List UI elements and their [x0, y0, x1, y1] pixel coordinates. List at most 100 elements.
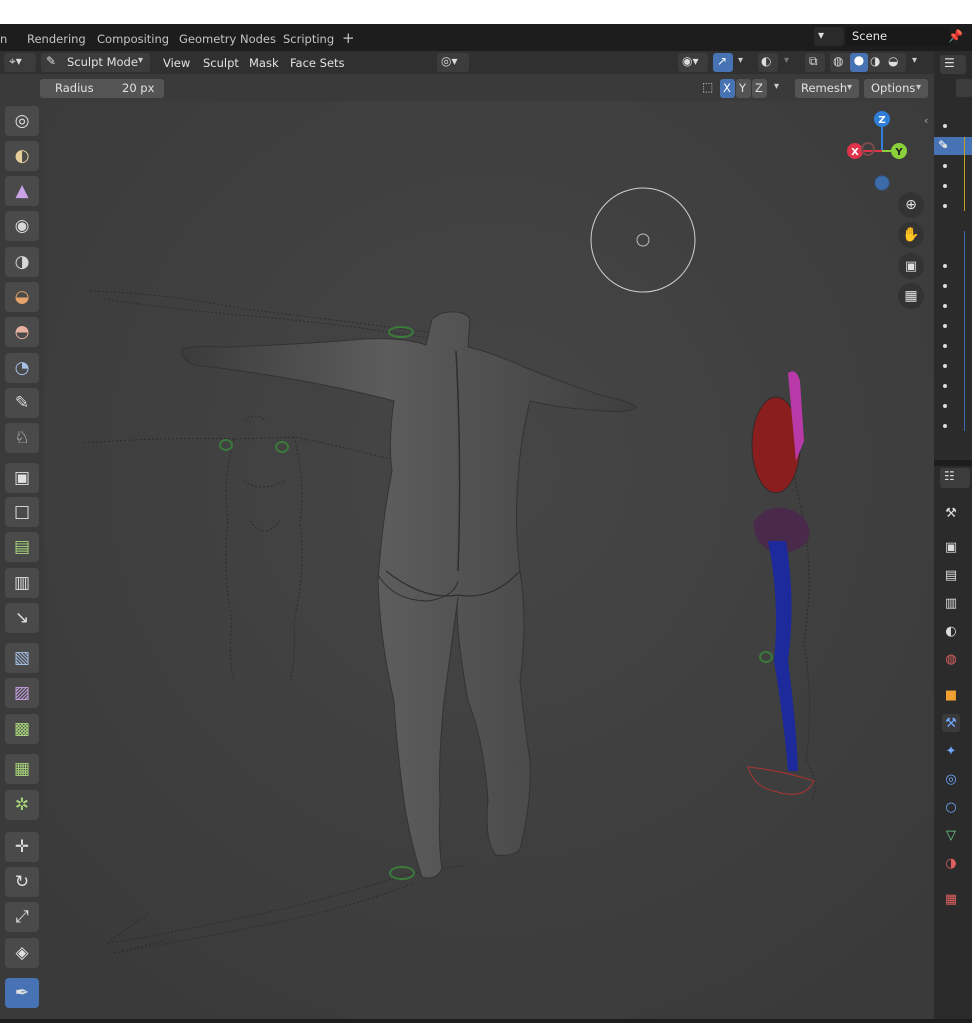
menu-view[interactable]: View	[163, 56, 190, 70]
box-hide-tool-button[interactable]: □	[5, 497, 39, 527]
menu-sculpt[interactable]: Sculpt	[203, 56, 239, 70]
symmetry-x-toggle[interactable]: X	[720, 79, 735, 98]
material-shading-icon[interactable]: ◑	[870, 54, 880, 68]
outliner-visibility-dot[interactable]	[943, 124, 947, 128]
gizmo-toggle-button[interactable]: ↗	[713, 53, 733, 72]
object-tab-icon[interactable]: ■	[942, 686, 960, 704]
symmetry-y-toggle[interactable]: Y	[736, 79, 751, 98]
tab-compositing[interactable]: Compositing	[97, 32, 169, 46]
tool-tab-icon[interactable]: ⚒	[942, 504, 960, 522]
outliner-visibility-dot[interactable]	[943, 164, 947, 168]
perspective-toggle-button[interactable]: ▦	[898, 283, 924, 309]
clay-strips-icon: ◐	[14, 146, 30, 166]
cloth-filter-tool-button[interactable]: ▨	[5, 678, 39, 708]
wireframe-shading-icon[interactable]: ◍	[833, 54, 843, 68]
overlay-toggle-button[interactable]: ◐	[758, 53, 778, 72]
filter-button[interactable]	[956, 79, 972, 97]
box-face-set-tool-button[interactable]: ▤	[5, 532, 39, 562]
mask-brush-tool-button[interactable]: ✎	[5, 388, 39, 418]
tab-scripting[interactable]: Scripting	[283, 32, 334, 46]
mesh-filter-tool-button[interactable]: ▧	[5, 643, 39, 673]
edit-face-set-tool-button[interactable]: ▦	[5, 754, 39, 784]
snake-hook-tool-button[interactable]: ◓	[5, 317, 39, 347]
outliner-visibility-dot[interactable]	[943, 184, 947, 188]
box-mask-tool-button[interactable]: ▣	[5, 463, 39, 493]
options-dropdown[interactable]: Options ▾	[864, 79, 928, 98]
particles-tab-icon[interactable]: ✦	[942, 742, 960, 760]
draw-face-sets-tool-button[interactable]: ♘	[5, 423, 39, 453]
rendered-shading-icon[interactable]: ◒	[888, 54, 898, 68]
chevron-down-icon[interactable]: ▾	[738, 55, 743, 66]
outliner-visibility-dot[interactable]	[943, 264, 947, 268]
move-tool-button[interactable]: ✛	[5, 832, 39, 862]
xray-toggle-button[interactable]: ⧉	[805, 53, 825, 72]
outliner-visibility-dot[interactable]	[943, 424, 947, 428]
scene-field[interactable]: Scene	[846, 27, 950, 46]
camera-view-button[interactable]: ▣	[898, 253, 924, 279]
outliner-visibility-dot[interactable]	[943, 384, 947, 388]
outliner-visibility-dot[interactable]	[943, 144, 947, 148]
tab-rendering[interactable]: Rendering	[27, 32, 86, 46]
clay-strips-tool-button[interactable]: ◐	[5, 141, 39, 171]
tab-partial[interactable]: n	[0, 32, 7, 46]
transform-pivot-button[interactable]: ◎▾	[437, 53, 469, 72]
material-tab-icon[interactable]: ◑	[942, 854, 960, 872]
box-trim-tool-button[interactable]: ▥	[5, 568, 39, 598]
color-filter-tool-button[interactable]: ▩	[5, 714, 39, 744]
solid-shading-icon[interactable]: ●	[850, 53, 868, 72]
chevron-left-icon[interactable]: ‹	[924, 114, 928, 127]
physics-tab-icon[interactable]: ◎	[942, 770, 960, 788]
data-tab-icon[interactable]: ▽	[942, 826, 960, 844]
tab-geometry-nodes[interactable]: Geometry Nodes	[179, 32, 276, 46]
scale-tool-button[interactable]: ⤢	[5, 902, 39, 932]
outliner-type-button[interactable]: ☰	[940, 55, 966, 74]
annotate-tool-button[interactable]: ✒	[5, 978, 39, 1008]
chevron-down-icon[interactable]: ▾	[912, 55, 917, 66]
output-tab-icon[interactable]: ▤	[942, 566, 960, 584]
chevron-down-icon[interactable]: ▾	[784, 55, 789, 66]
properties-type-button[interactable]: ☷	[940, 468, 970, 488]
smooth-tool-button[interactable]: ◉	[5, 211, 39, 241]
render-tab-icon[interactable]: ▣	[942, 538, 960, 556]
line-project-tool-button[interactable]: ↘	[5, 603, 39, 633]
move-icon: ✛	[14, 837, 30, 857]
grab-tool-button[interactable]: ◑	[5, 247, 39, 277]
remesh-dropdown[interactable]: Remesh ▾	[795, 79, 859, 98]
mask-by-color-tool-button[interactable]: ✲	[5, 790, 39, 820]
transform-tool-button[interactable]: ◈	[5, 938, 39, 968]
outliner-visibility-dot[interactable]	[943, 284, 947, 288]
outliner-visibility-dot[interactable]	[943, 324, 947, 328]
outliner-visibility-dot[interactable]	[943, 364, 947, 368]
status-bar	[0, 1019, 972, 1023]
elastic-tool-button[interactable]: ◒	[5, 282, 39, 312]
viewport-scene[interactable]: Z X Y	[44, 101, 934, 1019]
pan-button[interactable]: ✋	[898, 222, 924, 248]
scene-selector-button[interactable]: ▾	[814, 27, 844, 46]
pin-icon[interactable]: 📌	[948, 29, 963, 43]
add-workspace-button[interactable]: +	[342, 29, 355, 47]
menu-mask[interactable]: Mask	[249, 56, 279, 70]
draw-brush-tool-button[interactable]: ◎	[5, 106, 39, 136]
radius-field[interactable]: Radius 20 px	[40, 79, 164, 98]
world-tab-icon[interactable]: ◍	[942, 650, 960, 668]
scene-tab-icon[interactable]: ◐	[942, 622, 960, 640]
visibility-button[interactable]: ◉▾	[678, 53, 708, 72]
outliner-row-selected[interactable]: ✎	[934, 137, 972, 155]
view-layer-tab-icon[interactable]: ▥	[942, 594, 960, 612]
zoom-button[interactable]: ⊕	[898, 192, 924, 218]
outliner-visibility-dot[interactable]	[943, 344, 947, 348]
pinch-tool-button[interactable]: ▲	[5, 176, 39, 206]
modifier-tab-icon[interactable]: ⚒	[942, 714, 960, 732]
outliner-visibility-dot[interactable]	[943, 404, 947, 408]
menu-face-sets[interactable]: Face Sets	[290, 56, 345, 70]
symmetry-z-toggle[interactable]: Z	[752, 79, 767, 98]
outliner-visibility-dot[interactable]	[943, 204, 947, 208]
mode-dropdown[interactable]: ✎ Sculpt Mode ▾	[41, 53, 150, 72]
rotate-tool-button[interactable]: ↻	[5, 867, 39, 897]
editor-type-button[interactable]: ⌖▾	[4, 53, 36, 72]
chevron-down-icon[interactable]: ▾	[774, 81, 779, 92]
thumb-tool-button[interactable]: ◔	[5, 353, 39, 383]
texture-tab-icon[interactable]: ▦	[942, 890, 960, 908]
constraints-tab-icon[interactable]: ○	[942, 798, 960, 816]
outliner-visibility-dot[interactable]	[943, 304, 947, 308]
